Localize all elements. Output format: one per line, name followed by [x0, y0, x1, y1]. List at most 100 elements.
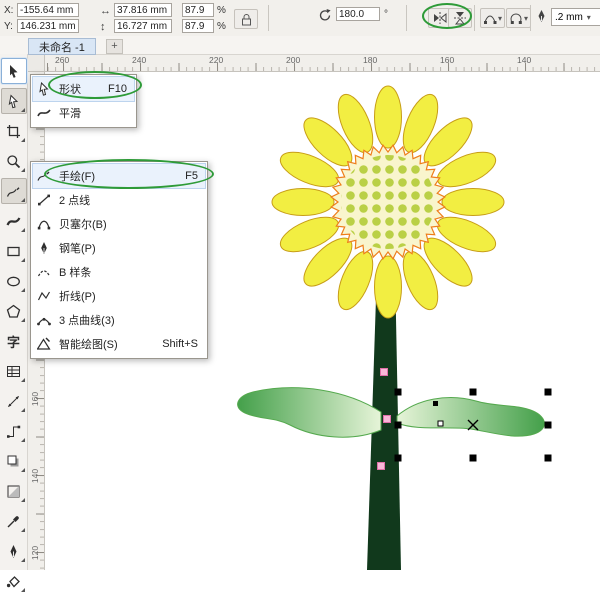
3point-curve-icon: [35, 313, 53, 327]
interactive-fill-tool[interactable]: [1, 568, 27, 594]
ruler-number: 140: [517, 55, 532, 65]
ruler-number: 240: [132, 55, 147, 65]
document-tab-bar: 未命名 -1 +: [0, 36, 600, 55]
object-width-input[interactable]: [114, 3, 172, 17]
dimension-tool[interactable]: [1, 388, 27, 414]
dimension-tool-icon: [8, 395, 19, 407]
color-eyedropper-tool[interactable]: [1, 508, 27, 534]
object-height-icon: ↕: [100, 21, 106, 33]
text-tool-icon: 字: [6, 334, 20, 350]
convert-to-curve-button[interactable]: ▾: [480, 8, 506, 28]
eyedropper-icon: [7, 515, 19, 527]
shape-tool-flyout: 形状 F10 平滑: [30, 74, 137, 128]
y-position-input[interactable]: [17, 19, 79, 33]
degree-sign: °: [384, 9, 388, 20]
crop-tool-icon: [7, 124, 20, 138]
text-tool[interactable]: 字: [1, 328, 27, 354]
shape-tool[interactable]: [0, 88, 27, 114]
scale-lock-button[interactable]: [234, 9, 258, 29]
crop-tool[interactable]: [1, 118, 27, 144]
artistic-media-icon: [6, 216, 21, 226]
flyout-item-polyline[interactable]: 折线(P): [33, 284, 205, 308]
zoom-tool-icon: [7, 154, 21, 168]
dropdown-arrow-icon: ▾: [498, 13, 503, 23]
close-path-icon: [510, 13, 522, 24]
separator: [474, 5, 475, 31]
pen-icon: [35, 241, 53, 255]
flyout-item-bspline[interactable]: B 样条: [33, 260, 205, 284]
flyout-item-3point-curve[interactable]: 3 点曲线(3): [33, 308, 205, 332]
transparency-tool[interactable]: [1, 478, 27, 504]
x-label: X:: [4, 5, 14, 16]
freehand-flyout-icon: [35, 169, 53, 183]
percent-sign: %: [217, 5, 226, 16]
flyout-item-smart-drawing[interactable]: 智能绘图(S) Shift+S: [33, 332, 205, 356]
lock-icon: [241, 13, 251, 25]
bezier-icon: [35, 217, 53, 231]
object-height-input[interactable]: [114, 19, 172, 33]
document-tab[interactable]: 未命名 -1: [28, 38, 96, 55]
drop-shadow-tool[interactable]: [1, 448, 27, 474]
freehand-tool[interactable]: [0, 178, 27, 204]
polygon-tool[interactable]: [1, 298, 27, 324]
mirror-vertical-icon: [454, 12, 466, 25]
transparency-tool-icon: [7, 485, 20, 497]
rectangle-tool-icon: [7, 246, 20, 256]
connector-tool-icon: [7, 425, 21, 438]
separator: [268, 5, 269, 31]
shape-tool-icon: [8, 93, 19, 108]
ruler-number: 120: [30, 545, 40, 561]
scale-horizontal-input[interactable]: [182, 3, 214, 17]
polyline-icon: [35, 289, 53, 303]
outline-pen-tool-icon: [10, 544, 17, 558]
x-position-input[interactable]: [17, 3, 79, 17]
connector-tool[interactable]: [1, 418, 27, 444]
curve-nodes-icon: [484, 15, 497, 24]
table-tool[interactable]: [1, 358, 27, 384]
zoom-tool[interactable]: [1, 148, 27, 174]
flyout-item-pen[interactable]: 钢笔(P): [33, 236, 205, 260]
property-bar: X: Y: ↔ ↕ % % ° ▾: [0, 0, 600, 37]
ruler-number: 160: [440, 55, 455, 65]
horizontal-ruler[interactable]: 260 240 220 200 180 160 140: [45, 54, 600, 72]
flyout-item-2point-line[interactable]: 2 点线: [33, 188, 205, 212]
outline-pen-tool[interactable]: [1, 538, 27, 564]
smooth-flyout-icon: [35, 106, 53, 120]
ruler-number: 160: [30, 391, 40, 407]
ruler-number: 140: [30, 468, 40, 484]
freehand-tool-icon: [6, 186, 20, 197]
outline-width-select[interactable]: .2 mm ▾: [551, 8, 600, 26]
flyout-item-freehand[interactable]: 手绘(F) F5: [32, 163, 206, 189]
ellipse-tool-icon: [7, 276, 20, 286]
separator: [406, 5, 407, 31]
rotate-icon: [318, 8, 332, 25]
pick-tool[interactable]: [0, 58, 27, 84]
bspline-icon: [35, 265, 53, 279]
mirror-vertical-button[interactable]: [448, 8, 472, 28]
rectangle-tool[interactable]: [1, 238, 27, 264]
dropdown-arrow-icon: ▾: [586, 12, 591, 22]
pick-tool-icon: [10, 64, 18, 78]
dropdown-arrow-icon: ▾: [524, 13, 529, 23]
ruler-origin-box[interactable]: [28, 54, 45, 72]
y-label: Y:: [4, 21, 13, 32]
drop-shadow-icon: [7, 455, 19, 466]
flyout-item-bezier[interactable]: 贝塞尔(B): [33, 212, 205, 236]
2point-line-icon: [35, 193, 53, 207]
flyout-item-shape[interactable]: 形状 F10: [32, 76, 135, 102]
artistic-media-tool[interactable]: [1, 208, 27, 234]
separator: [530, 5, 531, 31]
outline-pen-icon: [535, 9, 548, 26]
new-document-button[interactable]: +: [106, 39, 123, 54]
rotation-angle-input[interactable]: [336, 7, 380, 21]
flyout-item-smooth[interactable]: 平滑: [33, 101, 134, 125]
polygon-tool-icon: [6, 304, 21, 318]
mirror-horizontal-icon: [434, 12, 447, 24]
coreldraw-window: X: Y: ↔ ↕ % % ° ▾: [0, 0, 600, 592]
smart-drawing-icon: [35, 337, 53, 351]
ellipse-tool[interactable]: [1, 268, 27, 294]
ruler-number: 260: [55, 55, 70, 65]
scale-vertical-input[interactable]: [182, 19, 214, 33]
close-curve-button[interactable]: ▾: [506, 8, 532, 28]
percent-sign: %: [217, 21, 226, 32]
